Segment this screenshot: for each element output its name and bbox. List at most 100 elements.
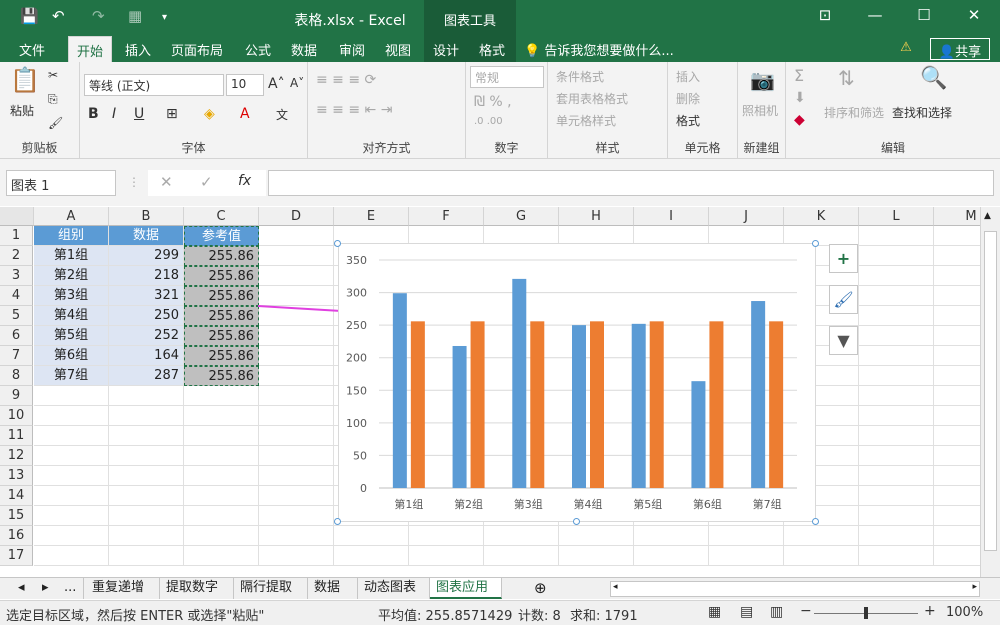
column-header-k[interactable]: K bbox=[784, 207, 859, 226]
find-select-button[interactable]: 查找和选择 bbox=[892, 104, 952, 121]
formula-input[interactable] bbox=[268, 170, 994, 196]
bar-series-2[interactable] bbox=[709, 321, 724, 488]
row-header[interactable]: 3 bbox=[0, 266, 33, 286]
grid-cell[interactable] bbox=[859, 266, 934, 286]
bar-series-1[interactable] bbox=[392, 293, 407, 488]
align-top-icon[interactable]: ≡ ≡ ≡ ⟳ bbox=[316, 72, 376, 88]
grid-cell[interactable] bbox=[259, 266, 334, 286]
grid-cell[interactable] bbox=[259, 546, 334, 566]
table-cell[interactable]: 第5组 bbox=[34, 326, 109, 346]
grid-cell[interactable] bbox=[109, 546, 184, 566]
column-header-c[interactable]: C bbox=[184, 207, 259, 226]
share-button[interactable]: 👤共享 bbox=[930, 38, 990, 60]
table-cell[interactable]: 第1组 bbox=[34, 246, 109, 266]
select-all-corner[interactable] bbox=[0, 207, 34, 226]
table-cell[interactable]: 第2组 bbox=[34, 266, 109, 286]
worksheet-grid[interactable]: ABCDEFGHIJKLM 1 2 3 4 5 6 7 8 9 10 11 12 13 14 15 16 17 … bbox=[0, 207, 1000, 577]
copy-icon[interactable]: ⎘ bbox=[48, 92, 58, 107]
grid-cell[interactable] bbox=[784, 546, 859, 566]
sheet-tab[interactable]: 数据 bbox=[308, 578, 358, 599]
grid-cell[interactable] bbox=[34, 386, 109, 406]
tell-me-search[interactable]: 💡 告诉我您想要做什么... bbox=[524, 36, 684, 62]
table-cell[interactable]: 255.86 bbox=[184, 246, 259, 266]
column-header-a[interactable]: A bbox=[34, 207, 109, 226]
row-header[interactable]: 6 bbox=[0, 326, 33, 346]
grid-cell[interactable] bbox=[859, 386, 934, 406]
column-header-j[interactable]: J bbox=[709, 207, 784, 226]
find-select-icon[interactable]: 🔍 bbox=[920, 66, 947, 91]
zoom-out-icon[interactable]: − bbox=[800, 603, 812, 619]
shrink-font-icon[interactable]: A˅ bbox=[290, 76, 304, 90]
tab-home[interactable]: 开始 bbox=[68, 36, 112, 62]
tab-formulas[interactable]: 公式 bbox=[236, 36, 280, 62]
grid-cell[interactable] bbox=[259, 406, 334, 426]
column-header-d[interactable]: D bbox=[259, 207, 334, 226]
border-icon[interactable]: ⊞ bbox=[166, 106, 178, 122]
tab-insert[interactable]: 插入 bbox=[116, 36, 160, 62]
grid-cell[interactable] bbox=[184, 486, 259, 506]
column-header-b[interactable]: B bbox=[109, 207, 184, 226]
grid-cell[interactable] bbox=[484, 526, 559, 546]
grid-cell[interactable] bbox=[259, 386, 334, 406]
grid-cell[interactable] bbox=[859, 286, 934, 306]
table-header-cell[interactable]: 参考值 bbox=[184, 226, 259, 246]
sort-filter-icon[interactable]: ⇅ bbox=[838, 66, 855, 90]
format-cells-button[interactable]: 格式 bbox=[676, 112, 700, 129]
table-cell[interactable]: 250 bbox=[109, 306, 184, 326]
zoom-level[interactable]: 100% bbox=[946, 605, 983, 620]
customize-qat-icon[interactable]: ▾ bbox=[162, 12, 167, 23]
grid-cell[interactable] bbox=[634, 526, 709, 546]
insert-cells-button[interactable]: 插入 bbox=[676, 68, 700, 85]
resize-handle[interactable] bbox=[573, 518, 580, 525]
tab-file[interactable]: 文件 bbox=[10, 36, 54, 62]
enter-icon[interactable]: ✓ bbox=[200, 173, 213, 191]
grid-cell[interactable] bbox=[859, 306, 934, 326]
grid-cell[interactable] bbox=[709, 526, 784, 546]
sheet-tab[interactable]: 提取数字 bbox=[160, 578, 234, 599]
font-size-box[interactable]: 10 bbox=[226, 74, 264, 96]
grid-cell[interactable] bbox=[859, 326, 934, 346]
grid-cell[interactable] bbox=[109, 526, 184, 546]
warning-icon[interactable]: ⚠ bbox=[896, 36, 916, 62]
row-header[interactable]: 17 bbox=[0, 546, 33, 566]
maximize-icon[interactable]: ☐ bbox=[912, 6, 936, 24]
grid-cell[interactable] bbox=[484, 546, 559, 566]
table-cell[interactable]: 164 bbox=[109, 346, 184, 366]
table-header-cell[interactable]: 数据 bbox=[109, 226, 184, 246]
tab-page-layout[interactable]: 页面布局 bbox=[166, 36, 228, 62]
grid-cell[interactable] bbox=[109, 506, 184, 526]
grid-cell[interactable] bbox=[259, 226, 334, 246]
bar-series-2[interactable] bbox=[649, 321, 664, 488]
cancel-icon[interactable]: ✕ bbox=[160, 173, 173, 191]
scroll-up-icon[interactable]: ▲ bbox=[984, 211, 991, 221]
bar-series-1[interactable] bbox=[631, 323, 646, 488]
bar-series-2[interactable] bbox=[769, 321, 784, 488]
bar-series-2[interactable] bbox=[470, 321, 485, 488]
vertical-scrollbar[interactable]: ▲ bbox=[980, 207, 1000, 577]
grid-cell[interactable] bbox=[334, 526, 409, 546]
grid-cell[interactable] bbox=[184, 426, 259, 446]
grid-cell[interactable] bbox=[109, 386, 184, 406]
sheet-tab[interactable]: 动态图表 bbox=[358, 578, 430, 599]
page-break-view-icon[interactable]: ▥ bbox=[770, 604, 783, 620]
paste-button[interactable]: 粘贴 bbox=[10, 102, 34, 119]
font-name-box[interactable]: 等线 (正文) bbox=[84, 74, 224, 96]
scroll-right-icon[interactable]: ▸ bbox=[972, 582, 977, 592]
table-cell[interactable]: 255.86 bbox=[184, 266, 259, 286]
number-format-box[interactable]: 常规 bbox=[470, 66, 544, 88]
grid-cell[interactable] bbox=[784, 526, 859, 546]
grid-cell[interactable] bbox=[709, 546, 784, 566]
tab-format[interactable]: 格式 bbox=[472, 36, 512, 62]
clear-icon[interactable]: ◆ bbox=[794, 112, 805, 128]
grid-cell[interactable] bbox=[259, 526, 334, 546]
grid-cell[interactable] bbox=[34, 486, 109, 506]
grid-cell[interactable] bbox=[259, 246, 334, 266]
phonetic-icon[interactable]: 文 bbox=[276, 106, 288, 123]
normal-view-icon[interactable]: ▦ bbox=[708, 604, 721, 620]
row-header[interactable]: 14 bbox=[0, 486, 33, 506]
undo-icon[interactable]: ↶ bbox=[52, 7, 65, 25]
grid-cell[interactable] bbox=[859, 506, 934, 526]
grid-cell[interactable] bbox=[259, 486, 334, 506]
grid-cell[interactable] bbox=[184, 506, 259, 526]
row-header[interactable]: 11 bbox=[0, 426, 33, 446]
